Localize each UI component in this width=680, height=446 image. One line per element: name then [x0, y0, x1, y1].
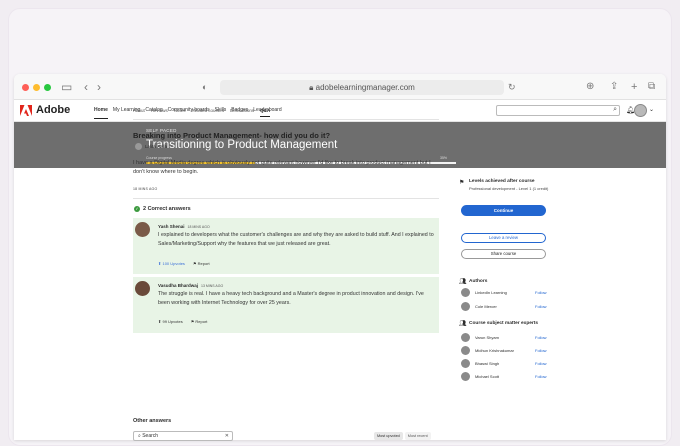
continue-button[interactable]: Continue [461, 205, 546, 216]
nav-home[interactable]: Home [94, 107, 108, 119]
url-text: adobelearningmanager.com [315, 83, 415, 92]
expert-name[interactable]: Varun Shyam [475, 335, 499, 340]
forward-icon[interactable]: › [97, 79, 101, 95]
share-icon[interactable]: ⇪ [610, 79, 618, 95]
tab-related-courses[interactable]: Related courses [192, 108, 225, 117]
header-search-input[interactable]: ⌕ [496, 105, 620, 116]
sort-most-recent[interactable]: Most recent [404, 432, 431, 440]
follow-button[interactable]: Follow [535, 290, 547, 295]
question-divider [133, 198, 439, 199]
maximize-window-dot[interactable] [44, 84, 51, 91]
course-title: Transitioning to Product Management [146, 139, 338, 151]
upvote-button[interactable]: ⬆︎ 99 Upvotes [158, 319, 183, 324]
report-label: Report [195, 319, 208, 324]
minimize-window-dot[interactable] [33, 84, 40, 91]
privacy-shield-icon[interactable]: ◐ [202, 79, 207, 95]
follow-button[interactable]: Follow [535, 304, 547, 309]
answer-author: Vasudha Bhardwaj 13 MINS AGO [158, 283, 223, 288]
author-name[interactable]: LinkedIn Learning [475, 290, 507, 295]
expert-avatar[interactable] [461, 333, 470, 342]
question-author-avatar[interactable] [135, 143, 142, 150]
answer-time: 13 MINS AGO [201, 284, 224, 288]
check-circle-icon: ✓ [134, 206, 140, 212]
expert-avatar[interactable] [461, 346, 470, 355]
follow-button[interactable]: Follow [535, 374, 547, 379]
levels-title: Levels achieved after course [469, 179, 535, 184]
question-author[interactable]: Lalita Kalla [145, 144, 167, 149]
expert-avatar[interactable] [461, 359, 470, 368]
follow-button[interactable]: Follow [535, 335, 547, 340]
brand-name[interactable]: Adobe [36, 104, 70, 116]
answer-card: Vasudha Bhardwaj 13 MINS AGO The struggle… [133, 277, 439, 333]
question-time: 18 MINS AGO [133, 187, 158, 191]
author-name[interactable]: Cole Mercer [475, 304, 497, 309]
upvote-count: 100 Upvotes [162, 261, 185, 266]
search-placeholder: Search [142, 433, 159, 439]
answer-author: Yash Shenai 18 MINS AGO [158, 224, 210, 229]
answer-card: Yash Shenai 18 MINS AGO I explained to de… [133, 218, 439, 274]
browser-toolbar: ▭ ‹ › ◐ 🔒︎ adobelearningmanager.com ↻ ⊕ … [14, 74, 666, 100]
answer-author-avatar[interactable] [135, 222, 150, 237]
other-answers-search-input[interactable]: ⌕ Search ✕ [133, 431, 233, 441]
upvote-count: 99 Upvotes [162, 319, 183, 324]
correct-answers-title: 2 Correct answers [143, 206, 191, 212]
author-avatar[interactable] [461, 288, 470, 297]
other-answers-title: Other answers [133, 418, 172, 424]
close-window-dot[interactable] [22, 84, 29, 91]
report-label: Report [197, 261, 210, 266]
tabs-overview-icon[interactable]: ⧉ [648, 79, 655, 95]
reload-icon[interactable]: ↻ [508, 79, 516, 95]
tab-qa[interactable]: Q&A [260, 108, 271, 117]
leave-review-button[interactable]: Leave a review [461, 233, 546, 243]
answer-actions: ⬆︎ 100 Upvotes ⚑ Report [158, 261, 210, 266]
chevron-down-icon[interactable]: ⌄ [649, 106, 654, 113]
tab-about[interactable]: About [133, 108, 145, 117]
experts-title: Course subject matter experts [469, 321, 539, 326]
new-tab-icon[interactable]: + [631, 79, 637, 95]
answer-body: I explained to developers what the custo… [158, 232, 434, 247]
tab-reviews[interactable]: Reviews [151, 108, 168, 117]
search-icon[interactable]: ⌕ [613, 106, 617, 114]
follow-button[interactable]: Follow [535, 348, 547, 353]
question-title: Breaking into Product Management- how di… [133, 131, 331, 140]
back-icon[interactable]: ‹ [84, 79, 88, 95]
course-tabs: About Reviews Notes Related courses Disc… [133, 108, 271, 117]
experts-icon: 👥︎ [459, 321, 467, 327]
expert-avatar[interactable] [461, 372, 470, 381]
tab-notes[interactable]: Notes [174, 108, 186, 117]
upvote-button[interactable]: ⬆︎ 100 Upvotes [158, 261, 185, 266]
answer-actions: ⬆︎ 99 Upvotes ⚑ Report [158, 319, 207, 324]
levels-subtitle: Professional development - Level 1 (1 cr… [469, 186, 549, 191]
tabs-divider [133, 119, 439, 120]
answer-time: 18 MINS AGO [187, 225, 210, 229]
clear-search-icon[interactable]: ✕ [225, 432, 229, 440]
author-avatar[interactable] [461, 302, 470, 311]
tab-discussions[interactable]: Discussions [230, 108, 254, 117]
sidebar-toggle-icon[interactable]: ▭ [61, 79, 72, 95]
answer-body: The struggle is real. I have a heavy tec… [158, 291, 424, 306]
expert-name[interactable]: Michael Scott [475, 374, 499, 379]
sort-options: Most upvoted Most recent [374, 432, 431, 440]
share-course-button[interactable]: Share course [461, 249, 546, 259]
expert-name[interactable]: Midhun Krishnakumar [475, 348, 514, 353]
authors-title: Authors [469, 279, 488, 284]
report-button[interactable]: ⚑ Report [191, 319, 208, 324]
report-button[interactable]: ⚑ Report [193, 261, 210, 266]
answer-author-name[interactable]: Vasudha Bhardwaj [158, 283, 198, 288]
download-icon[interactable]: ⊕ [586, 79, 594, 95]
answer-author-name[interactable]: Yash Shenai [158, 224, 185, 229]
progress-percent: 35% [440, 156, 448, 160]
adobe-logo-icon[interactable] [20, 104, 32, 117]
levels-icon: ⚑ [459, 180, 465, 186]
question-body: I have a Digital Media degree which is o… [133, 160, 431, 175]
expert-name[interactable]: Bhaswi Singh [475, 361, 499, 366]
sort-most-upvoted[interactable]: Most upvoted [374, 432, 403, 440]
address-bar[interactable]: 🔒︎ adobelearningmanager.com [220, 80, 504, 95]
answer-author-avatar[interactable] [135, 281, 150, 296]
authors-icon: 👥︎ [459, 279, 467, 285]
follow-button[interactable]: Follow [535, 361, 547, 366]
user-avatar[interactable] [634, 104, 647, 117]
